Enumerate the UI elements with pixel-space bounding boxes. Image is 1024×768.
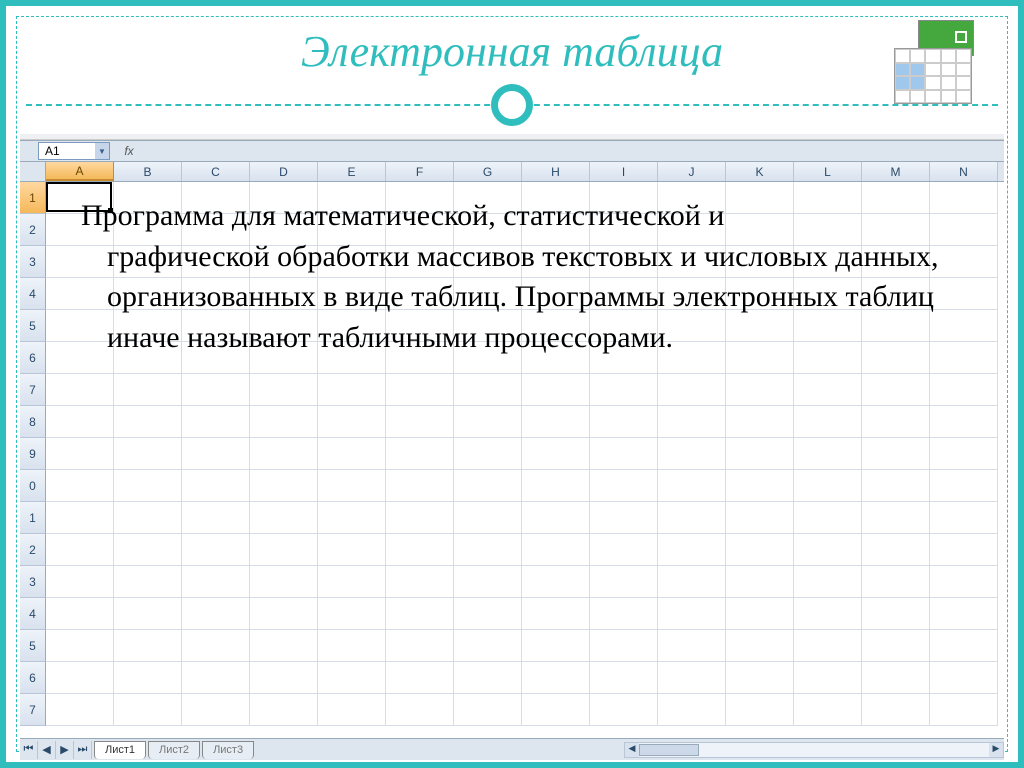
row-header[interactable]: 5: [20, 310, 46, 342]
column-header[interactable]: B: [114, 162, 182, 181]
row-header[interactable]: 7: [20, 694, 46, 726]
row-header[interactable]: 6: [20, 662, 46, 694]
row-header[interactable]: 3: [20, 566, 46, 598]
scroll-thumb[interactable]: [639, 744, 699, 756]
scroll-left-icon[interactable]: ◀: [625, 743, 639, 757]
column-header[interactable]: D: [250, 162, 318, 181]
tab-nav-next-icon[interactable]: ▶: [56, 741, 74, 759]
row-header[interactable]: 3: [20, 246, 46, 278]
row-header[interactable]: 1: [20, 502, 46, 534]
sheet-tab[interactable]: Лист3: [202, 741, 254, 759]
row-header[interactable]: 1: [20, 182, 46, 214]
row-header[interactable]: 6: [20, 342, 46, 374]
name-box[interactable]: A1 ▼: [38, 142, 110, 160]
column-header[interactable]: A: [46, 162, 114, 181]
fx-button[interactable]: fx: [118, 142, 140, 160]
row-header[interactable]: 5: [20, 630, 46, 662]
name-box-value: A1: [45, 144, 60, 158]
row-header[interactable]: 4: [20, 278, 46, 310]
horizontal-scrollbar[interactable]: ◀ ▶: [624, 742, 1004, 758]
row-header[interactable]: 2: [20, 534, 46, 566]
body-text-rest: графической обработки массивов текстовых…: [81, 237, 958, 359]
column-header[interactable]: G: [454, 162, 522, 181]
slide-frame: Электронная таблица A1 ▼ fx A B C D: [0, 0, 1024, 768]
column-header[interactable]: C: [182, 162, 250, 181]
column-header[interactable]: J: [658, 162, 726, 181]
row-header[interactable]: 8: [20, 406, 46, 438]
fx-label: fx: [124, 144, 133, 158]
column-header[interactable]: H: [522, 162, 590, 181]
column-header[interactable]: F: [386, 162, 454, 181]
tab-nav-first-icon[interactable]: ⏮: [20, 741, 38, 759]
row-header[interactable]: 0: [20, 470, 46, 502]
name-box-dropdown-icon[interactable]: ▼: [95, 143, 109, 159]
column-header[interactable]: M: [862, 162, 930, 181]
row-header[interactable]: 4: [20, 598, 46, 630]
body-paragraph: Программа для математической, статистиче…: [81, 196, 958, 358]
column-header[interactable]: L: [794, 162, 862, 181]
sheet-tab-bar: ⏮ ◀ ▶ ⏭ Лист1 Лист2 Лист3 ◀ ▶: [20, 738, 1004, 760]
tab-nav-prev-icon[interactable]: ◀: [38, 741, 56, 759]
tab-nav-last-icon[interactable]: ⏭: [74, 741, 92, 759]
sheet-tab[interactable]: Лист2: [148, 741, 200, 759]
circle-decoration: [491, 84, 533, 126]
column-header[interactable]: K: [726, 162, 794, 181]
spreadsheet-app-icon: [890, 20, 978, 110]
scroll-right-icon[interactable]: ▶: [989, 743, 1003, 757]
sheet-tab[interactable]: Лист1: [94, 741, 146, 759]
column-header[interactable]: E: [318, 162, 386, 181]
column-headers: A B C D E F G H I J K L M N: [20, 162, 1004, 182]
select-all-corner[interactable]: [20, 162, 46, 181]
row-header[interactable]: 9: [20, 438, 46, 470]
formula-bar: A1 ▼ fx: [20, 140, 1004, 162]
column-header[interactable]: I: [590, 162, 658, 181]
row-header[interactable]: 7: [20, 374, 46, 406]
body-text-line1: Программа для математической, статистиче…: [81, 199, 724, 232]
row-header[interactable]: 2: [20, 214, 46, 246]
column-header[interactable]: N: [930, 162, 998, 181]
